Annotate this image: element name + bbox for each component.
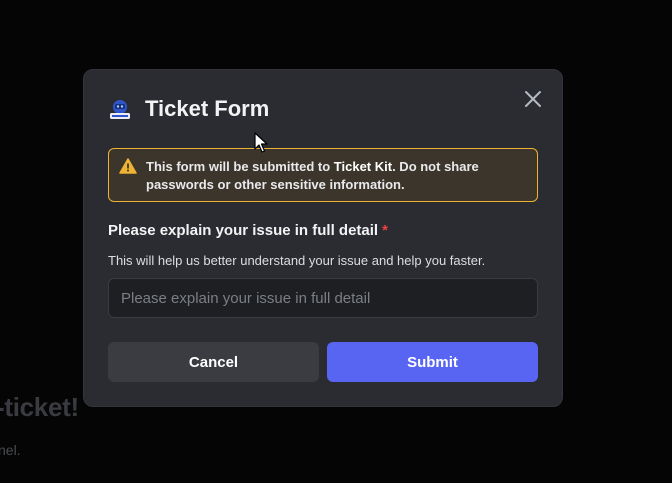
ticket-form-modal: Ticket Form This form will be submitted … xyxy=(83,69,563,407)
modal-title: Ticket Form xyxy=(145,96,270,121)
background-subtext: nel. xyxy=(0,442,21,458)
background-heading: -ticket! xyxy=(0,392,79,422)
field-label-text: Please explain your issue in full detail xyxy=(108,222,379,239)
warning-banner: This form will be submitted to Ticket Ki… xyxy=(108,148,538,202)
ticket-kit-logo-icon xyxy=(110,100,130,119)
warning-text: This form will be submitted to Ticket Ki… xyxy=(146,158,525,194)
warning-brand: Ticket Kit xyxy=(333,159,393,174)
warning-icon xyxy=(119,158,137,174)
required-mark: * xyxy=(382,222,388,239)
field-hint: This will help us better understand your… xyxy=(108,253,486,268)
warning-text-before: This form will be submitted to xyxy=(146,159,334,174)
close-icon[interactable] xyxy=(522,88,544,110)
mouse-cursor-icon xyxy=(254,132,268,153)
cancel-button[interactable]: Cancel xyxy=(108,342,319,382)
field-label: Please explain your issue in full detail… xyxy=(108,222,388,239)
issue-detail-input[interactable] xyxy=(108,278,538,318)
submit-button[interactable]: Submit xyxy=(327,342,538,382)
